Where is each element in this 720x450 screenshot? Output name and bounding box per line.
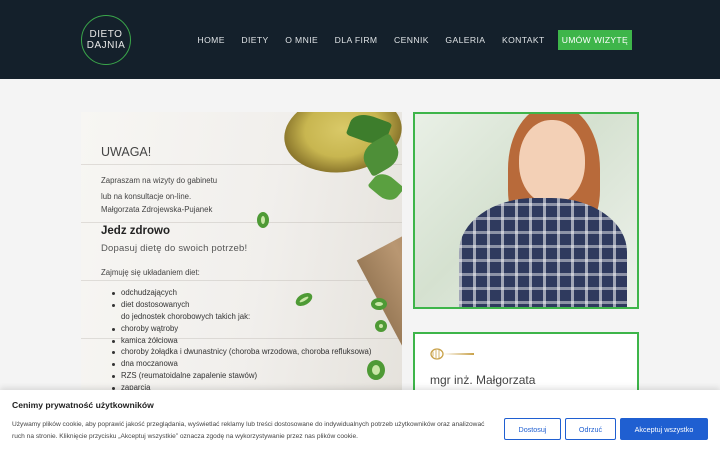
list-item: choroby żołądka i dwunastnicy (choroba w…: [112, 347, 372, 359]
hero-heading: UWAGA!: [101, 145, 152, 159]
diet-list: odchudzających diet dostosowanych do jed…: [112, 288, 372, 395]
cookie-text: Używamy plików cookie, aby poprawić jako…: [12, 421, 485, 440]
logo-line-1: DIETO: [89, 29, 123, 40]
list-item: odchudzających: [112, 288, 372, 300]
nav-o-mnie[interactable]: O MNIE: [285, 35, 318, 45]
nav-cennik[interactable]: CENNIK: [394, 35, 429, 45]
hero-subtitle: Dopasuj dietę do swoich potrzeb!: [101, 243, 248, 254]
list-item: diet dostosowanych: [112, 300, 372, 312]
hero-intro-line-2: lub na konsultacje on-line.: [101, 192, 192, 201]
hero-title: Jedz zdrowo: [101, 225, 171, 237]
hero-intro-line-1: Zapraszam na wizyty do gabinetu: [101, 176, 218, 185]
spoon-icon: [430, 348, 474, 360]
cookie-title: Cenimy prywatność użytkowników: [12, 400, 154, 410]
site-header: DIETO DAJNIA HOME DIETY O MNIE DLA FIRM …: [0, 0, 720, 79]
dietitian-portrait: [413, 112, 639, 309]
site-logo[interactable]: DIETO DAJNIA: [81, 15, 131, 65]
cookie-customize-button[interactable]: Dostosuj: [504, 418, 561, 440]
list-item-continuation: do jednostek chorobowych takich jak:: [121, 311, 251, 321]
list-item: kamica żółciowa: [112, 336, 372, 348]
main-nav: HOME DIETY O MNIE DLA FIRM CENNIK GALERI…: [181, 29, 632, 50]
list-item: RZS (reumatoidalne zapalenie stawów): [112, 371, 372, 383]
cookie-accept-button[interactable]: Akceptuj wszystko: [620, 418, 708, 440]
chive-piece: [371, 298, 387, 310]
nav-diety[interactable]: DIETY: [241, 35, 268, 45]
dietitian-name: mgr inż. Małgorzata: [430, 373, 536, 387]
nav-kontakt[interactable]: KONTAKT: [502, 35, 545, 45]
list-item: choroby wątroby: [112, 324, 372, 336]
list-item: dna moczanowa: [112, 359, 372, 371]
cookie-reject-button[interactable]: Odrzuć: [565, 418, 616, 440]
logo-line-2: DAJNIA: [86, 40, 126, 51]
chive-piece: [257, 212, 269, 228]
nav-galeria[interactable]: GALERIA: [445, 35, 485, 45]
book-visit-button[interactable]: UMÓW WIZYTĘ: [557, 29, 632, 50]
nav-home[interactable]: HOME: [197, 35, 224, 45]
nav-dla-firm[interactable]: DLA FIRM: [335, 35, 378, 45]
chive-piece: [375, 320, 387, 332]
hero-intro-line-3: Małgorzata Zdrojewska-Pujanek: [101, 205, 213, 214]
hero-lead: Zajmuję się układaniem diet:: [101, 268, 200, 277]
